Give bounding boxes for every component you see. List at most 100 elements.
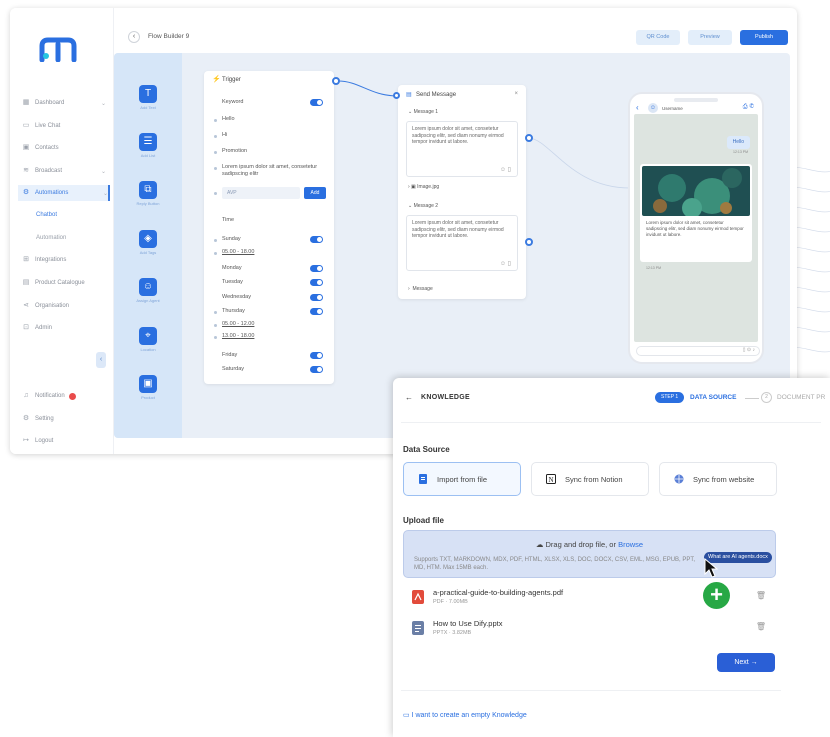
phone-preview: ‹ ☺ Username ⎙ ✆ Hello 12:13 PM Lorem ip…: [628, 92, 764, 364]
contacts-icon: ▣: [22, 144, 30, 151]
message-input-port[interactable]: [393, 92, 400, 99]
notification-badge: [68, 392, 76, 400]
time-range[interactable]: 13.00 - 18.00: [222, 333, 254, 340]
bullet: [214, 151, 217, 154]
keyword-label: Keyword: [222, 99, 244, 105]
bullet: [214, 324, 217, 327]
page-title: Flow Builder 9: [148, 33, 190, 40]
sidebar-subitem-chatbot[interactable]: Chatbot: [36, 212, 57, 218]
saturday-toggle[interactable]: [310, 366, 323, 373]
tool-add-text[interactable]: T Add Text: [135, 85, 161, 110]
wednesday-toggle[interactable]: [310, 294, 323, 301]
stage: ▦ Dashboard ⌄ ▭ Live Chat ▣ Contacts ≋ Broadc…: [0, 0, 830, 737]
tool-location[interactable]: ⌖ Location: [135, 327, 161, 352]
tool-palette: T Add Text ☰ Add List ⧉ Reply Button ◈ Add T…: [114, 53, 182, 438]
keyword-toggle[interactable]: [310, 99, 323, 106]
sidebar-item-integrations[interactable]: ⊞ Integrations: [22, 252, 106, 268]
chat-input[interactable]: ▯ ⊙ ♪: [636, 346, 760, 356]
file-name: How to Use Dify.pptx: [433, 619, 503, 628]
sent-time: 12:13 PM: [733, 150, 748, 154]
step1-label: DATA SOURCE: [690, 394, 737, 401]
tool-product[interactable]: ▣ Product: [135, 375, 161, 400]
monday-toggle[interactable]: [310, 265, 323, 272]
uploaded-file-row[interactable]: How to Use Dify.pptx PPTX · 3.82MB 🗑: [403, 614, 776, 642]
add-keyword-button[interactable]: Add: [304, 187, 326, 199]
close-icon[interactable]: ×: [514, 91, 518, 97]
sidebar-collapse-button[interactable]: ‹: [96, 352, 106, 368]
message1-output-port[interactable]: [525, 134, 533, 142]
message-icon: ▤: [406, 92, 412, 98]
trash-icon[interactable]: 🗑: [756, 622, 766, 631]
publish-button[interactable]: Publish: [740, 30, 788, 45]
topbar: ‹ Flow Builder 9 QR Code Preview Publish: [114, 8, 797, 48]
tool-reply-button[interactable]: ⧉ Reply Button: [135, 181, 161, 206]
message3-label[interactable]: › Message: [408, 286, 433, 293]
back-arrow-icon[interactable]: ←: [405, 393, 413, 402]
file-meta: PDF · 7.00MB: [433, 599, 468, 605]
tuesday-toggle[interactable]: [310, 279, 323, 286]
avatar: ☺: [648, 103, 658, 113]
sunday-toggle[interactable]: [310, 236, 323, 243]
received-bubble: Lorem ipsum dolor sit amet, consetetur s…: [640, 164, 752, 262]
trigger-output-port[interactable]: [332, 77, 340, 85]
message2-output-port[interactable]: [525, 238, 533, 246]
divider: [401, 690, 781, 691]
tool-add-list[interactable]: ☰ Add List: [135, 133, 161, 158]
time-range[interactable]: 05.00 - 12.00: [222, 321, 254, 328]
keyword-item: Hello: [222, 116, 235, 122]
sync-from-notion-button[interactable]: N Sync from Notion: [531, 462, 649, 496]
day-thursday: Thursday: [222, 308, 245, 314]
emoji-icon[interactable]: ☺ ▯: [500, 167, 511, 174]
browse-link[interactable]: Browse: [618, 540, 643, 549]
send-message-node[interactable]: ▤ Send Message × ⌄ Message 1 Lorem ipsum…: [393, 85, 526, 299]
attach-send-icons[interactable]: ▯ ⊙ ♪: [743, 347, 755, 353]
message1-textarea[interactable]: Lorem ipsum dolor sit amet, consetetur s…: [406, 121, 518, 177]
sent-bubble: Hello: [726, 136, 750, 149]
import-from-file-button[interactable]: Import from file: [403, 462, 521, 496]
time-range[interactable]: 05.00 - 18.00: [222, 249, 254, 256]
location-icon: ⌖: [139, 327, 157, 345]
sidebar-item-admin[interactable]: ⊡ Admin: [22, 320, 106, 336]
sidebar-item-live-chat[interactable]: ▭ Live Chat: [22, 118, 106, 134]
thursday-toggle[interactable]: [310, 308, 323, 315]
sidebar-item-dashboard[interactable]: ▦ Dashboard ⌄: [22, 95, 106, 111]
sync-from-website-button[interactable]: Sync from website: [659, 462, 777, 496]
sidebar-item-logout[interactable]: ↦ Logout: [22, 433, 106, 449]
sidebar-item-setting[interactable]: ⚙ Setting: [22, 411, 106, 427]
next-button[interactable]: Next →: [717, 653, 775, 672]
sidebar-item-automations[interactable]: ⚙ Automations ⌄: [18, 185, 110, 201]
back-button[interactable]: ‹: [128, 31, 140, 43]
day-monday: Monday: [222, 265, 242, 271]
chevron-down-icon: ⌄: [100, 100, 106, 107]
bullet: [214, 239, 217, 242]
product-icon: ▣: [139, 375, 157, 393]
back-arrow-icon[interactable]: ‹: [636, 103, 639, 112]
image-attachment[interactable]: › ▣ Image.jpg: [408, 184, 439, 191]
sidebar: ▦ Dashboard ⌄ ▭ Live Chat ▣ Contacts ≋ Broadc…: [10, 8, 114, 454]
day-sunday: Sunday: [222, 236, 241, 242]
sidebar-subitem-automation[interactable]: Automation: [36, 235, 66, 241]
create-empty-knowledge-link[interactable]: ▭ I want to create an empty Knowledge: [403, 711, 527, 719]
sidebar-item-product-catalogue[interactable]: ▤ Product Catalogue: [22, 275, 106, 291]
knowledge-title: KNOWLEDGE: [421, 394, 470, 401]
tool-assign-agent[interactable]: ☺ Assign Agent: [135, 278, 161, 303]
qr-code-button[interactable]: QR Code: [636, 30, 680, 45]
emoji-icon[interactable]: ☺ ▯: [500, 261, 511, 268]
friday-toggle[interactable]: [310, 352, 323, 359]
tool-add-tags[interactable]: ◈ Add Tags: [135, 230, 161, 255]
keyword-input[interactable]: AVP: [222, 187, 300, 199]
preview-button[interactable]: Preview: [688, 30, 732, 45]
reply-icon: ⧉: [139, 181, 157, 199]
trash-icon[interactable]: 🗑: [756, 591, 766, 600]
sidebar-item-organisation[interactable]: ⋖ Organisation: [22, 298, 106, 314]
trigger-node[interactable]: ⚡ Trigger Keyword Hello Hi Promotion Lor…: [204, 71, 334, 384]
sidebar-item-notification[interactable]: ♫ Notification: [22, 388, 106, 404]
message2-textarea[interactable]: Lorem ipsum dolor sit amet, consetetur s…: [406, 215, 518, 271]
list-icon: ☰: [139, 133, 157, 151]
sidebar-item-broadcast[interactable]: ≋ Broadcast ⌄: [22, 163, 106, 179]
add-plus-icon: +: [703, 582, 730, 609]
call-icons[interactable]: ⎙ ✆: [743, 104, 754, 111]
admin-icon: ⊡: [23, 324, 29, 331]
send-message-title: Send Message: [416, 92, 457, 98]
sidebar-item-contacts[interactable]: ▣ Contacts: [22, 140, 106, 156]
